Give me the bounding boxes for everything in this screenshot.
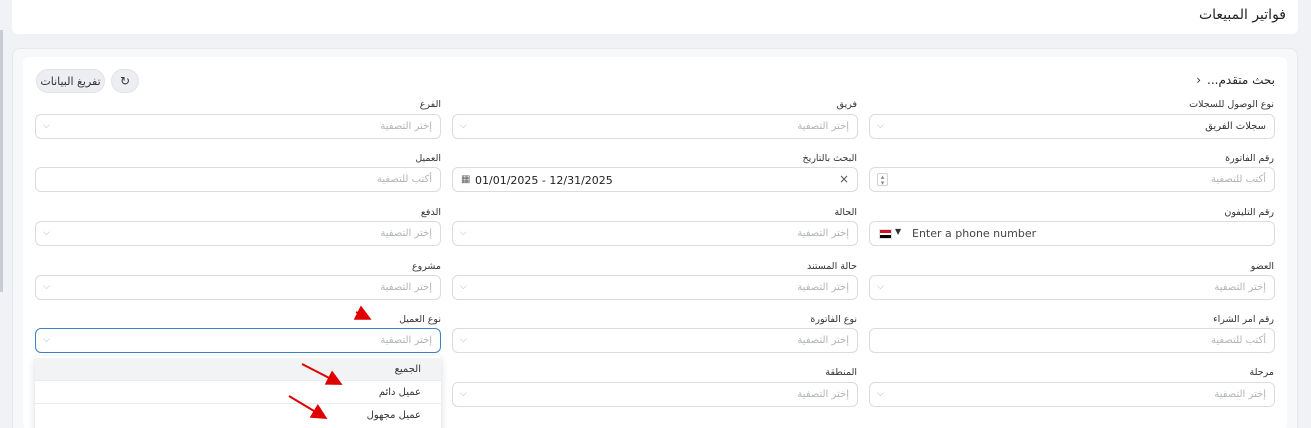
dropdown-option-permanent-client[interactable]: عميل دائم	[35, 381, 441, 404]
client-type-placeholder: إختر التصفية	[380, 335, 432, 346]
number-stepper-icon[interactable]: ▴ ▾	[877, 173, 888, 187]
project-placeholder: إختر التصفية	[380, 282, 432, 293]
client-type-label: نوع العميل	[399, 314, 441, 325]
member-placeholder: إختر التصفية	[1214, 282, 1266, 293]
chevron-down-icon: ⌵	[877, 389, 884, 399]
chevron-down-icon: ⌵	[460, 228, 467, 238]
po-number-placeholder: أكتب للتصفية	[1210, 335, 1266, 346]
payment-placeholder: إختر التصفية	[380, 228, 432, 239]
member-label: العضو	[1250, 261, 1274, 272]
phone-label: رقم التليفون	[1224, 207, 1274, 218]
payment-select[interactable]: إختر التصفية ⌵	[35, 221, 441, 246]
doc-status-placeholder: إختر التصفية	[797, 282, 849, 293]
chevron-down-icon: ⌵	[43, 282, 50, 292]
branch-label: الفرع	[419, 99, 441, 110]
access-type-select[interactable]: سجلات الفريق ⌵	[869, 114, 1275, 139]
chevron-left-icon: ‹	[1196, 73, 1202, 87]
chevron-down-icon: ⌵	[460, 282, 467, 292]
stage-placeholder: إختر التصفية	[1214, 389, 1266, 400]
access-type-value: سجلات الفريق	[1205, 121, 1266, 132]
chevron-down-icon: ⌵	[460, 389, 467, 399]
phone-input[interactable]: ▼ Enter a phone number	[869, 221, 1275, 246]
payment-label: الدفع	[420, 207, 441, 218]
date-range-value: 01/01/2025 - 12/31/2025	[475, 174, 613, 187]
chevron-down-icon: ⌵	[43, 335, 50, 345]
status-placeholder: إختر التصفية	[797, 228, 849, 239]
dropdown-option-all[interactable]: الجميع	[35, 358, 441, 381]
chevron-down-icon: ⌵	[43, 228, 50, 238]
chevron-down-icon: ⌵	[877, 121, 884, 131]
status-label: الحالة	[834, 207, 857, 218]
chevron-down-icon: ⌵	[460, 121, 467, 131]
team-placeholder: إختر التصفية	[797, 121, 849, 132]
calendar-icon: ▦	[461, 174, 471, 185]
project-label: مشروع	[411, 261, 441, 272]
region-label: المنطقة	[825, 367, 857, 378]
window-edge	[0, 30, 3, 292]
refresh-icon: ↻	[119, 74, 131, 88]
doc-status-select[interactable]: إختر التصفية ⌵	[452, 275, 858, 300]
access-type-label: نوع الوصول للسجلات	[1189, 99, 1274, 110]
branch-select[interactable]: إختر التصفية ⌵	[35, 114, 441, 139]
stage-label: مرحلة	[1249, 367, 1274, 378]
region-placeholder: إختر التصفية	[797, 389, 849, 400]
invoice-type-label: نوع الفاتورة	[810, 314, 857, 325]
branch-placeholder: إختر التصفية	[380, 121, 432, 132]
doc-status-label: حالة المستند	[807, 261, 857, 272]
close-icon[interactable]: ×	[839, 172, 849, 186]
region-select[interactable]: إختر التصفية ⌵	[452, 382, 858, 407]
caret-down-icon[interactable]: ▼	[895, 227, 901, 236]
invoice-number-placeholder: أكتب للتصفية	[1210, 174, 1266, 185]
chevron-down-icon: ⌵	[460, 335, 467, 345]
member-select[interactable]: إختر التصفية ⌵	[869, 275, 1275, 300]
client-input[interactable]: أكتب للتصفية	[35, 167, 441, 192]
stage-select[interactable]: إختر التصفية ⌵	[869, 382, 1275, 407]
invoice-type-select[interactable]: إختر التصفية ⌵	[452, 328, 858, 353]
team-label: فريق	[836, 99, 857, 110]
project-select[interactable]: إختر التصفية ⌵	[35, 275, 441, 300]
date-search-label: البحث بالتاريخ	[802, 153, 857, 164]
phone-placeholder: Enter a phone number	[912, 227, 1037, 240]
dropdown-option-unknown-client[interactable]: عميل مجهول	[35, 404, 441, 427]
refresh-button[interactable]: ↻	[111, 69, 139, 93]
status-select[interactable]: إختر التصفية ⌵	[452, 221, 858, 246]
chevron-down-icon: ⌵	[43, 121, 50, 131]
egypt-flag-icon[interactable]	[879, 229, 892, 239]
advanced-search-label: بحث متقدم...	[1207, 73, 1275, 87]
po-number-input[interactable]: أكتب للتصفية	[869, 328, 1275, 353]
client-label: العميل	[415, 153, 441, 164]
page-title: فواتير المبيعات	[1198, 7, 1286, 23]
page-header: فواتير المبيعات	[12, 0, 1298, 34]
clear-data-button[interactable]: تفريغ البيانات	[36, 69, 105, 93]
date-range-input[interactable]: × 01/01/2025 - 12/31/2025 ▦	[452, 167, 858, 192]
invoice-type-placeholder: إختر التصفية	[797, 335, 849, 346]
team-select[interactable]: إختر التصفية ⌵	[452, 114, 858, 139]
chevron-down-icon: ⌵	[877, 282, 884, 292]
client-type-dropdown: الجميع عميل دائم عميل مجهول	[35, 356, 441, 428]
po-number-label: رقم امر الشراء	[1213, 314, 1274, 325]
client-placeholder: أكتب للتصفية	[376, 174, 432, 185]
client-type-select[interactable]: إختر التصفية ⌵	[35, 328, 441, 353]
invoice-number-label: رقم الفاتورة	[1225, 153, 1274, 164]
invoice-number-input[interactable]: أكتب للتصفية ▴ ▾	[869, 167, 1275, 192]
advanced-search-toggle[interactable]: بحث متقدم... ‹	[1196, 73, 1275, 87]
